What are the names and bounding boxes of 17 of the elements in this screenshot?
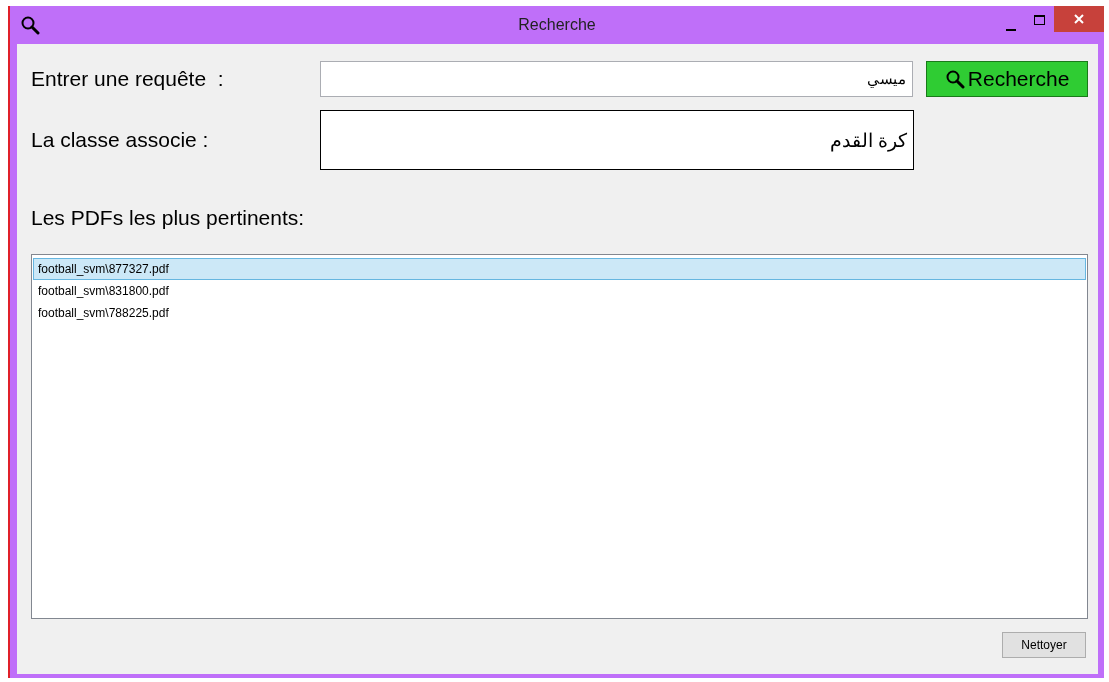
- query-field[interactable]: ميسي: [319, 61, 914, 97]
- window-title: Recherche: [518, 16, 596, 33]
- search-icon: [944, 69, 965, 89]
- close-button[interactable]: [1054, 6, 1104, 32]
- minimize-icon: [1006, 29, 1016, 31]
- search-icon: [20, 15, 40, 35]
- clear-button[interactable]: Nettoyer: [1002, 632, 1086, 658]
- list-item[interactable]: football_svm\877327.pdf: [33, 258, 1086, 280]
- list-item[interactable]: football_svm\831800.pdf: [33, 280, 1086, 302]
- results-label: Les PDFs les plus pertinents:: [31, 206, 305, 229]
- field-label: La classe associe :: [31, 128, 210, 152]
- field-label: Entrer une requête :: [31, 67, 225, 91]
- close-icon: [1074, 14, 1084, 24]
- class-field: كرة القدم: [320, 110, 914, 170]
- search-button[interactable]: Recherche: [926, 61, 1088, 97]
- list-item[interactable]: football_svm\788225.pdf: [33, 302, 1086, 324]
- maximize-icon: [1033, 15, 1045, 25]
